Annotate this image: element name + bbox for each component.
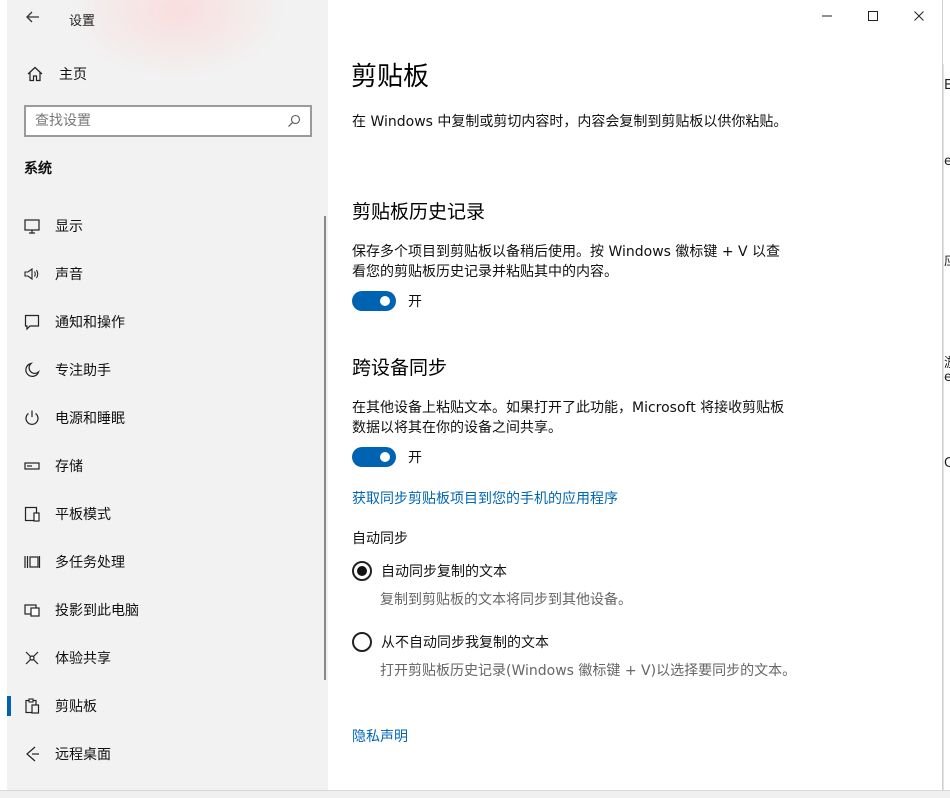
notification-icon [22, 312, 42, 332]
sidebar-item-tablet-mode[interactable]: 平板模式 [7, 490, 328, 538]
section-title: 系统 [24, 161, 52, 177]
sidebar-item-label: 电源和睡眠 [55, 411, 125, 427]
history-toggle[interactable] [352, 291, 396, 311]
background-text: 应 [944, 250, 950, 269]
sidebar-nav: 显示 声音 通知和操作 专注助手 电源和睡眠 存储 平板模式 多任务处理 投影到… [7, 202, 328, 778]
sidebar-scrollbar[interactable] [324, 216, 326, 680]
settings-window: 设置 主页 系统 显示 声 [7, 0, 943, 790]
sidebar-item-label: 显示 [55, 219, 83, 235]
background-text: Cc [944, 456, 950, 471]
sidebar-item-focus-assist[interactable]: 专注助手 [7, 346, 328, 394]
monitor-icon [22, 216, 42, 236]
radio-label: 自动同步复制的文本 [381, 564, 507, 580]
history-toggle-label: 开 [408, 294, 422, 310]
sidebar-item-label: 剪贴板 [55, 699, 97, 715]
sidebar-item-power-sleep[interactable]: 电源和睡眠 [7, 394, 328, 442]
sidebar-item-remote-desktop[interactable]: 远程桌面 [7, 730, 328, 778]
background-text: e [944, 154, 950, 169]
page-title: 剪贴板 [351, 62, 430, 92]
radio-description: 打开剪贴板历史记录(Windows 徽标键 + V)以选择要同步的文本。 [380, 663, 797, 679]
tablet-icon [22, 504, 42, 524]
sidebar: 设置 主页 系统 显示 声 [7, 0, 328, 790]
sync-toggle[interactable] [352, 447, 396, 467]
background-text: e [944, 370, 950, 385]
sidebar-item-shared-experiences[interactable]: 体验共享 [7, 634, 328, 682]
history-heading: 剪贴板历史记录 [352, 201, 486, 223]
sidebar-item-label: 存储 [55, 459, 83, 475]
search-input[interactable] [26, 108, 282, 134]
speaker-icon [22, 264, 42, 284]
project-icon [22, 600, 42, 620]
back-button[interactable] [23, 7, 43, 27]
sidebar-item-storage[interactable]: 存储 [7, 442, 328, 490]
sidebar-item-label: 投影到此电脑 [55, 603, 139, 619]
clipboard-icon [22, 696, 42, 716]
sidebar-item-clipboard[interactable]: 剪贴板 [7, 682, 328, 730]
radio-auto-sync[interactable]: 自动同步复制的文本 [352, 561, 507, 581]
search-icon[interactable] [282, 109, 306, 133]
sidebar-item-label: 专注助手 [55, 363, 111, 379]
home-icon [25, 64, 45, 84]
sync-toggle-row: 开 [352, 447, 422, 467]
sidebar-item-label: 多任务处理 [55, 555, 125, 571]
intro-text: 在 Windows 中复制或剪切内容时，内容会复制到剪贴板以供你粘贴。 [352, 114, 788, 130]
sync-heading: 跨设备同步 [352, 357, 448, 379]
radio-description: 复制到剪贴板的文本将同步到其他设备。 [380, 592, 632, 608]
radio-button-unchecked[interactable] [352, 632, 372, 652]
sidebar-item-label: 通知和操作 [55, 315, 125, 331]
radio-button-checked[interactable] [352, 561, 372, 581]
radio-label: 从不自动同步我复制的文本 [381, 635, 549, 651]
background-text: E [944, 78, 950, 93]
background-text: 游 [944, 352, 950, 371]
sidebar-item-multitasking[interactable]: 多任务处理 [7, 538, 328, 586]
background-taskbar-strip [0, 790, 950, 798]
sync-toggle-label: 开 [408, 450, 422, 466]
sidebar-item-label: 体验共享 [55, 651, 111, 667]
multitask-icon [22, 552, 42, 572]
sidebar-item-sound[interactable]: 声音 [7, 250, 328, 298]
sync-description: 在其他设备上粘贴文本。如果打开了此功能，Microsoft 将接收剪贴板数据以将… [352, 400, 785, 436]
remote-desktop-icon [22, 744, 42, 764]
sidebar-item-home[interactable]: 主页 [7, 56, 328, 92]
app-title: 设置 [69, 14, 96, 29]
auto-sync-label: 自动同步 [352, 531, 408, 547]
radio-never-sync[interactable]: 从不自动同步我复制的文本 [352, 632, 549, 652]
back-arrow-icon [26, 11, 39, 23]
background-window: E e 应 游 e Cc [943, 64, 950, 798]
history-description: 保存多个项目到剪贴板以备稍后使用。按 Windows 徽标键 + V 以查看您的… [352, 244, 781, 280]
main-content: 剪贴板 在 Windows 中复制或剪切内容时，内容会复制到剪贴板以供你粘贴。 … [351, 0, 943, 790]
moon-icon [22, 360, 42, 380]
sidebar-item-display[interactable]: 显示 [7, 202, 328, 250]
power-icon [22, 408, 42, 428]
phone-app-link[interactable]: 获取同步剪贴板项目到您的手机的应用程序 [352, 488, 618, 508]
sidebar-item-label: 远程桌面 [55, 747, 111, 763]
history-toggle-row: 开 [352, 291, 422, 311]
search-box [24, 105, 312, 137]
sidebar-item-project-to-pc[interactable]: 投影到此电脑 [7, 586, 328, 634]
privacy-link[interactable]: 隐私声明 [352, 726, 408, 746]
sidebar-item-label: 主页 [59, 67, 87, 83]
sidebar-item-label: 平板模式 [55, 507, 111, 523]
sidebar-item-label: 声音 [55, 267, 83, 283]
sidebar-item-notifications[interactable]: 通知和操作 [7, 298, 328, 346]
storage-icon [22, 456, 42, 476]
share-icon [22, 648, 42, 668]
